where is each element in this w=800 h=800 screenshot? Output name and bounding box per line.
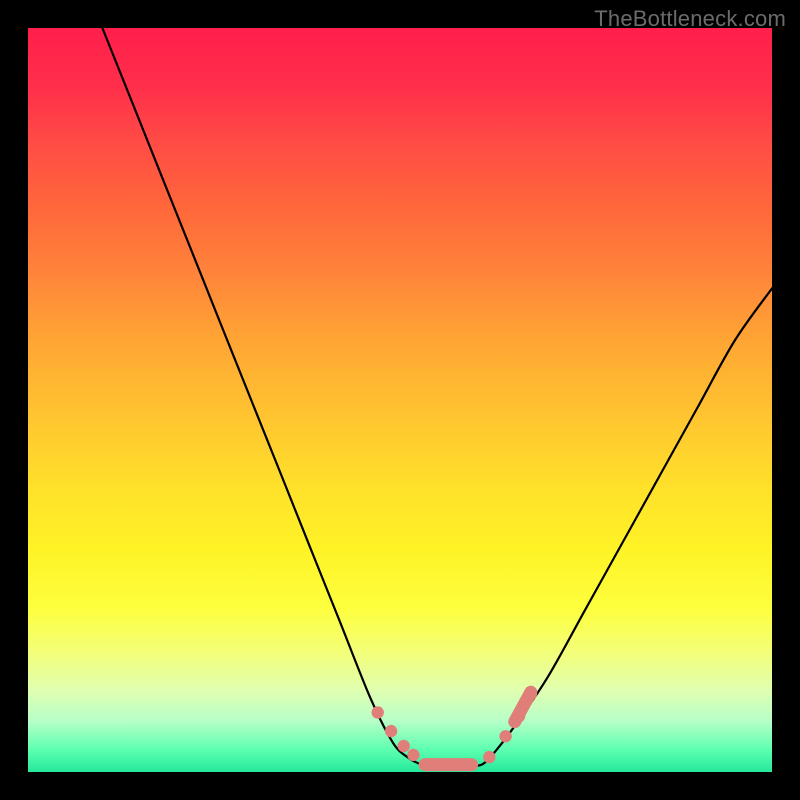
right-bead-0 (483, 751, 495, 763)
chart-curves (102, 28, 772, 766)
floor-pill-marker (419, 758, 479, 771)
left-bead-1 (385, 725, 397, 737)
chart-markers (372, 683, 540, 771)
right-bead-1 (499, 730, 511, 742)
plot-area (28, 28, 772, 772)
right-bead-2 (513, 710, 525, 722)
watermark-text: TheBottleneck.com (594, 6, 786, 32)
chart-svg (28, 28, 772, 772)
chart-frame: TheBottleneck.com (0, 0, 800, 800)
bottleneck-curve (102, 28, 772, 766)
left-bead-3 (407, 749, 419, 761)
left-bead-2 (398, 740, 410, 752)
right-bead-3 (525, 688, 537, 700)
left-bead-0 (372, 706, 384, 718)
